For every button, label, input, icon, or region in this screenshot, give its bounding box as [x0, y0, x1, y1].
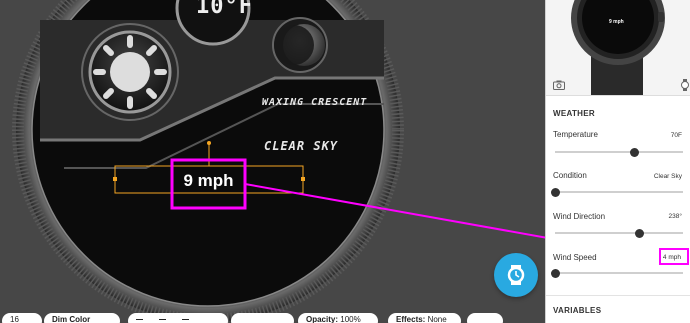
opacity-value: 100%: [340, 315, 361, 323]
dim-color-button[interactable]: Dim Color: [44, 313, 120, 323]
watch-preview-button[interactable]: [494, 253, 538, 297]
properties-panel: 9 mph WEATHER Temperature 70F Condition …: [545, 0, 690, 323]
size-value: 16: [10, 315, 19, 323]
wind-speed-slider-thumb[interactable]: [551, 269, 560, 278]
watch-preview-image: [571, 0, 665, 95]
share-button[interactable]: [467, 313, 503, 323]
wind-direction-label: Wind Direction: [553, 212, 606, 221]
moon-phase-label: WAXING CRESCENT: [262, 97, 368, 108]
wind-direction-slider[interactable]: [555, 229, 683, 238]
preview-wind-speed: 9 mph: [609, 19, 624, 25]
condition-value: Clear Sky: [653, 173, 682, 180]
watch-face-canvas[interactable]: 10°F WAXING CRESCENT CLEAR SKY 9 mph 16 …: [0, 0, 545, 323]
temperature-value: 70F: [670, 132, 682, 139]
wind-direction-value: 238°: [668, 213, 682, 220]
property-toolbar: 16 Dim Color Opacity: 100% Effects: None: [0, 313, 545, 323]
wind-speed-text[interactable]: 9 mph: [172, 171, 245, 191]
wind-speed-label: Wind Speed: [553, 253, 597, 262]
watch-sync-icon: [507, 265, 525, 285]
camera-icon[interactable]: [553, 80, 565, 90]
wind-direction-slider-thumb[interactable]: [635, 229, 645, 238]
temperature-label: Temperature: [553, 130, 598, 139]
temperature-text: 10°F: [196, 0, 253, 19]
effects-value: None: [427, 315, 447, 323]
align-group[interactable]: [128, 313, 228, 323]
condition-label: CLEAR SKY: [264, 139, 339, 153]
rotate-handle: [207, 141, 211, 145]
condition-slider[interactable]: [551, 188, 683, 197]
opacity-field[interactable]: Opacity: 100%: [298, 313, 378, 323]
weather-section-title: WEATHER: [553, 109, 595, 118]
align-left-icon[interactable]: [136, 319, 143, 321]
opacity-label: Opacity:: [306, 315, 339, 323]
size-field[interactable]: 16: [2, 313, 42, 323]
section-divider: [546, 295, 690, 296]
wind-speed-slider[interactable]: [551, 269, 683, 278]
effects-label: Effects:: [396, 315, 426, 323]
temperature-slider-thumb[interactable]: [630, 148, 640, 157]
resize-handle-left: [113, 177, 117, 181]
watch-icon[interactable]: [681, 79, 689, 91]
variables-section-title: VARIABLES: [553, 306, 602, 315]
resize-handle-right: [301, 177, 305, 181]
temperature-slider[interactable]: [555, 148, 683, 157]
align-center-icon[interactable]: [159, 319, 167, 321]
dim-color-label: Dim Color: [52, 315, 91, 323]
watch-preview: 9 mph: [546, 0, 690, 96]
watch-face: [12, 0, 545, 323]
effects-field[interactable]: Effects: None: [388, 313, 461, 323]
wind-speed-value: 4 mph: [662, 254, 681, 261]
style-group[interactable]: [231, 313, 294, 323]
condition-slider-thumb[interactable]: [551, 188, 560, 197]
condition-label: Condition: [553, 171, 587, 180]
align-right-icon[interactable]: [182, 319, 190, 321]
